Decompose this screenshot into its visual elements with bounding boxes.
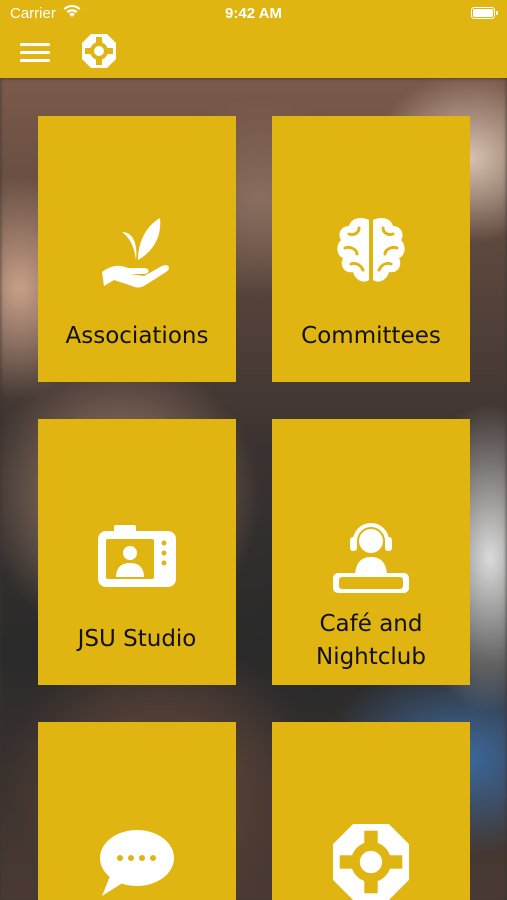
tile-label: JSU Studio <box>77 626 197 652</box>
battery-icon <box>471 7 498 19</box>
hamburger-menu-icon[interactable] <box>20 42 50 64</box>
dj-headphones-icon <box>333 523 409 593</box>
tile-label: Committees <box>301 323 441 349</box>
tile-cafe-nightclub[interactable]: Café and Nightclub <box>272 419 470 685</box>
jsu-logo-icon[interactable] <box>82 34 116 68</box>
tile-label-line2: Nightclub <box>315 644 426 670</box>
tile-jsu-studio[interactable]: JSU Studio <box>38 419 236 685</box>
chat-bubble-icon <box>100 830 174 896</box>
tile-chat[interactable] <box>38 722 236 900</box>
clock: 9:42 AM <box>225 5 282 22</box>
camera-portrait-icon <box>98 525 176 587</box>
tile-associations[interactable]: Associations <box>38 116 236 382</box>
tile-jsu[interactable] <box>272 722 470 900</box>
status-bar: Carrier 9:42 AM <box>0 0 507 28</box>
jsu-logo-icon <box>333 824 409 900</box>
top-navbar <box>0 28 507 78</box>
tile-label-line1: Café and <box>319 611 423 637</box>
tile-label: Associations <box>65 323 209 349</box>
tile-committees[interactable]: Committees <box>272 116 470 382</box>
seedling-in-hand-icon <box>102 218 169 288</box>
brain-icon <box>337 218 405 282</box>
